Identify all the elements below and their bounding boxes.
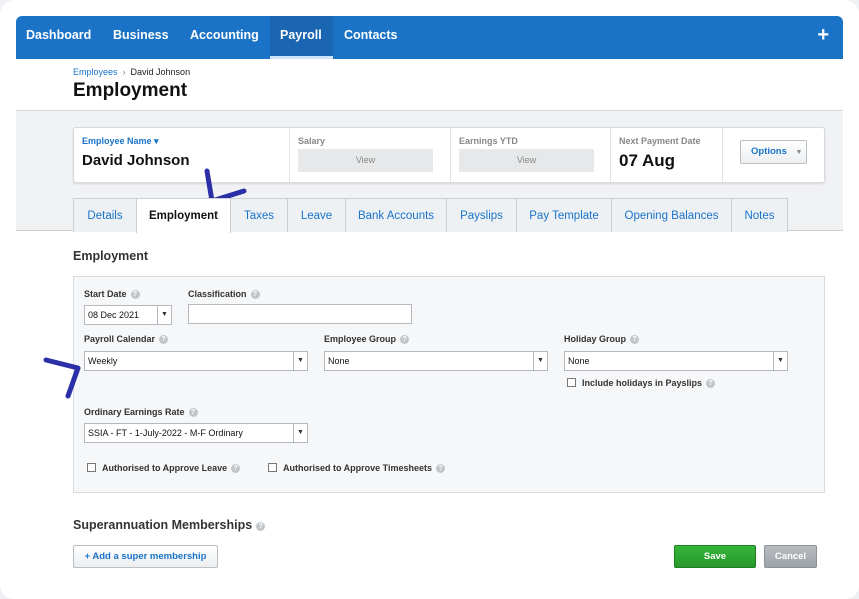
page-header: Employees › David Johnson Employment <box>16 59 843 111</box>
help-icon[interactable]: ? <box>130 290 140 299</box>
help-icon[interactable]: ? <box>231 464 241 473</box>
add-super-membership-button[interactable]: + Add a super membership <box>73 545 218 568</box>
breadcrumb: Employees › David Johnson <box>73 67 190 77</box>
annotation-corner-mark <box>43 357 81 399</box>
earnings-view-button[interactable]: View <box>459 149 594 172</box>
payroll-calendar-select[interactable]: Weekly ▼ <box>84 351 308 371</box>
tab-opening-balances[interactable]: Opening Balances <box>611 198 732 232</box>
earnings-cell: Earnings YTD View <box>451 128 611 182</box>
employee-group-select[interactable]: None ▼ <box>324 351 548 371</box>
chevron-down-icon[interactable]: ▼ <box>773 352 787 370</box>
holiday-group-select[interactable]: None ▼ <box>564 351 788 371</box>
nav-payroll[interactable]: Payroll <box>270 16 333 59</box>
help-icon[interactable]: ? <box>256 522 266 531</box>
approve-timesheets-checkbox[interactable]: Authorised to Approve Timesheets? <box>268 463 446 473</box>
classification-input[interactable] <box>188 304 412 324</box>
nav-business[interactable]: Business <box>103 16 179 59</box>
help-icon[interactable]: ? <box>159 335 169 344</box>
salary-cell: Salary View <box>290 128 451 182</box>
cancel-button[interactable]: Cancel <box>764 545 817 568</box>
chevron-down-icon: ▼ <box>795 149 803 156</box>
nav-dashboard[interactable]: Dashboard <box>16 16 101 59</box>
nav-contacts[interactable]: Contacts <box>334 16 407 59</box>
nav-accounting[interactable]: Accounting <box>180 16 269 59</box>
superannuation-title: Superannuation Memberships? <box>73 518 266 532</box>
tab-bank-accounts[interactable]: Bank Accounts <box>345 198 447 232</box>
employee-name-dropdown[interactable]: Employee Name ▾ <box>82 136 159 147</box>
tab-pay-template[interactable]: Pay Template <box>516 198 612 232</box>
tab-leave[interactable]: Leave <box>287 198 346 232</box>
employee-name: David Johnson <box>82 152 190 169</box>
next-payment-value: 07 Aug <box>619 151 676 170</box>
checkbox-icon[interactable] <box>567 378 576 387</box>
help-icon[interactable]: ? <box>250 290 260 299</box>
holiday-group-label: Holiday Group? <box>564 334 640 344</box>
tab-payslips[interactable]: Payslips <box>446 198 517 232</box>
breadcrumb-employees-link[interactable]: Employees <box>73 67 118 77</box>
help-icon[interactable]: ? <box>630 335 640 344</box>
help-icon[interactable]: ? <box>436 464 446 473</box>
start-date-label: Start Date? <box>84 289 140 299</box>
salary-label: Salary <box>298 136 326 146</box>
checkbox-icon[interactable] <box>87 463 96 472</box>
tab-details[interactable]: Details <box>73 198 137 232</box>
top-nav: Dashboard Business Accounting Payroll Co… <box>16 16 843 59</box>
help-icon[interactable]: ? <box>400 335 410 344</box>
employee-group-label: Employee Group? <box>324 334 410 344</box>
approve-leave-checkbox[interactable]: Authorised to Approve Leave? <box>87 463 241 473</box>
breadcrumb-current: David Johnson <box>130 67 191 77</box>
next-payment-label: Next Payment Date <box>619 136 701 146</box>
ordinary-earnings-label: Ordinary Earnings Rate? <box>84 407 198 417</box>
tab-notes[interactable]: Notes <box>731 198 788 232</box>
payroll-calendar-label: Payroll Calendar? <box>84 334 169 344</box>
chevron-down-icon[interactable]: ▼ <box>293 424 307 442</box>
tab-employment[interactable]: Employment <box>136 198 231 233</box>
employee-name-cell: Employee Name ▾ David Johnson <box>74 128 290 182</box>
options-button[interactable]: Options ▼ <box>740 140 807 164</box>
classification-label: Classification? <box>188 289 260 299</box>
employee-summary-card: Employee Name ▾ David Johnson Salary Vie… <box>73 127 825 183</box>
help-icon[interactable]: ? <box>188 408 198 417</box>
options-label: Options <box>751 146 787 157</box>
start-date-field[interactable]: 08 Dec 2021 ▼ <box>84 305 172 325</box>
include-holidays-checkbox[interactable]: Include holidays in Payslips? <box>567 378 716 388</box>
chevron-down-icon[interactable]: ▼ <box>293 352 307 370</box>
salary-view-button[interactable]: View <box>298 149 433 172</box>
employment-section-title: Employment <box>73 249 149 263</box>
checkbox-icon[interactable] <box>268 463 277 472</box>
next-payment-cell: Next Payment Date 07 Aug <box>611 128 723 182</box>
calendar-dropdown-icon[interactable]: ▼ <box>157 306 171 324</box>
ordinary-earnings-select[interactable]: SSIA - FT - 1-July-2022 - M-F Ordinary ▼ <box>84 423 308 443</box>
chevron-down-icon[interactable]: ▼ <box>533 352 547 370</box>
employment-form: Start Date? 08 Dec 2021 ▼ Classification?… <box>73 276 825 493</box>
breadcrumb-separator: › <box>122 67 126 77</box>
add-plus-icon[interactable]: + <box>817 24 829 47</box>
save-button[interactable]: Save <box>674 545 756 568</box>
app-window: Dashboard Business Accounting Payroll Co… <box>0 0 859 599</box>
earnings-label: Earnings YTD <box>459 136 518 146</box>
page-title: Employment <box>73 80 188 101</box>
help-icon[interactable]: ? <box>706 379 716 388</box>
